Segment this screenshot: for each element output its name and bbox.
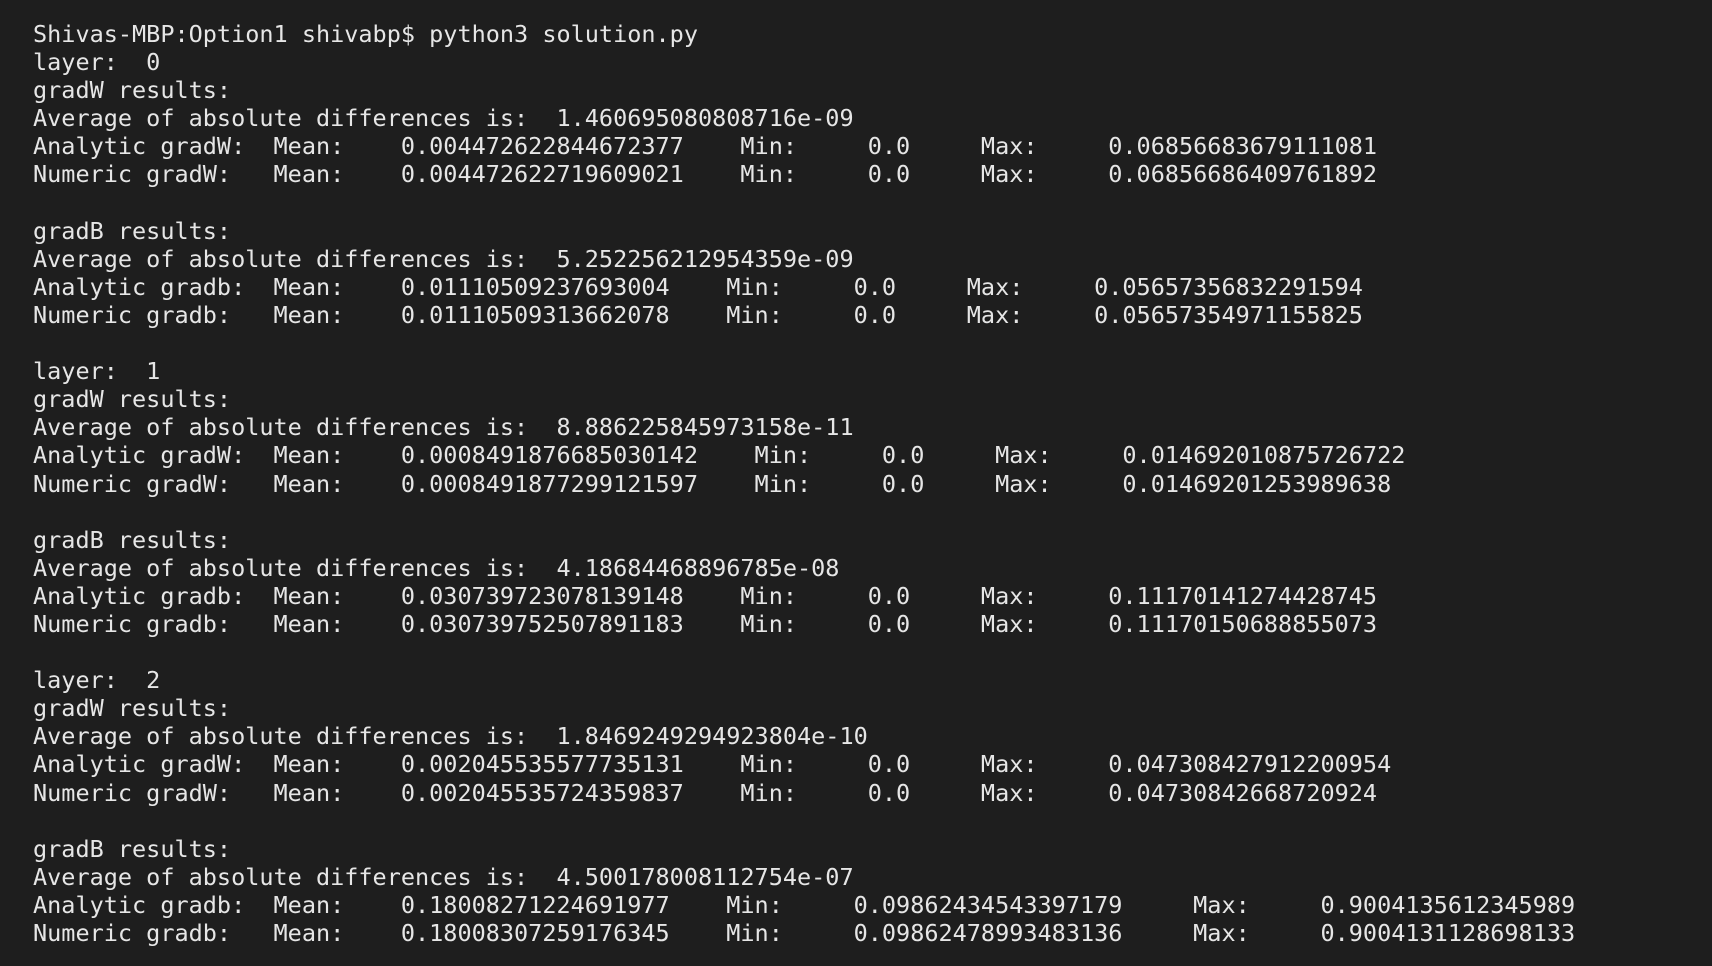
avg-diff-line: Average of absolute differences is: 4.50… [33,862,854,891]
results-header: gradB results: [33,834,232,863]
analytic-line: Analytic gradb: Mean: 0.0307397230781391… [33,581,1378,610]
results-header: gradB results: [33,525,232,554]
layer-header: layer: 0 [33,48,161,77]
analytic-line: Analytic gradW: Mean: 0.0044726228446723… [33,132,1378,161]
terminal-window[interactable]: Shivas-MBP:Option1 shivabp$ python3 solu… [0,0,1712,966]
numeric-line: Numeric gradW: Mean: 0.00447262271960902… [33,160,1378,189]
layer-header: layer: 2 [33,666,161,695]
avg-diff-line: Average of absolute differences is: 8.88… [33,413,854,442]
layer-header: layer: 1 [33,357,161,386]
numeric-line: Numeric gradW: Mean: 0.00204553572435983… [33,778,1378,807]
results-header: gradW results: [33,76,232,105]
numeric-line: Numeric gradb: Mean: 0.03073975250789118… [33,609,1378,638]
terminal-prompt-line: Shivas-MBP:Option1 shivabp$ python3 solu… [33,20,698,48]
avg-diff-line: Average of absolute differences is: 5.25… [33,244,854,273]
results-header: gradB results: [33,216,232,245]
avg-diff-line: Average of absolute differences is: 1.46… [33,104,854,133]
results-header: gradW results: [33,694,232,723]
avg-diff-line: Average of absolute differences is: 1.84… [33,722,868,751]
avg-diff-line: Average of absolute differences is: 4.18… [33,553,840,582]
numeric-line: Numeric gradb: Mean: 0.18008307259176345… [33,919,1576,947]
analytic-line: Analytic gradW: Mean: 0.0020455355777351… [33,750,1392,779]
analytic-line: Analytic gradW: Mean: 0.0008491876685030… [33,441,1406,470]
analytic-line: Analytic gradb: Mean: 0.1800827122469197… [33,890,1576,919]
numeric-line: Numeric gradW: Mean: 0.00084918772991215… [33,469,1392,498]
numeric-line: Numeric gradb: Mean: 0.01110509313662078… [33,300,1363,329]
analytic-line: Analytic gradb: Mean: 0.0111050923769300… [33,272,1363,301]
results-header: gradW results: [33,385,232,414]
